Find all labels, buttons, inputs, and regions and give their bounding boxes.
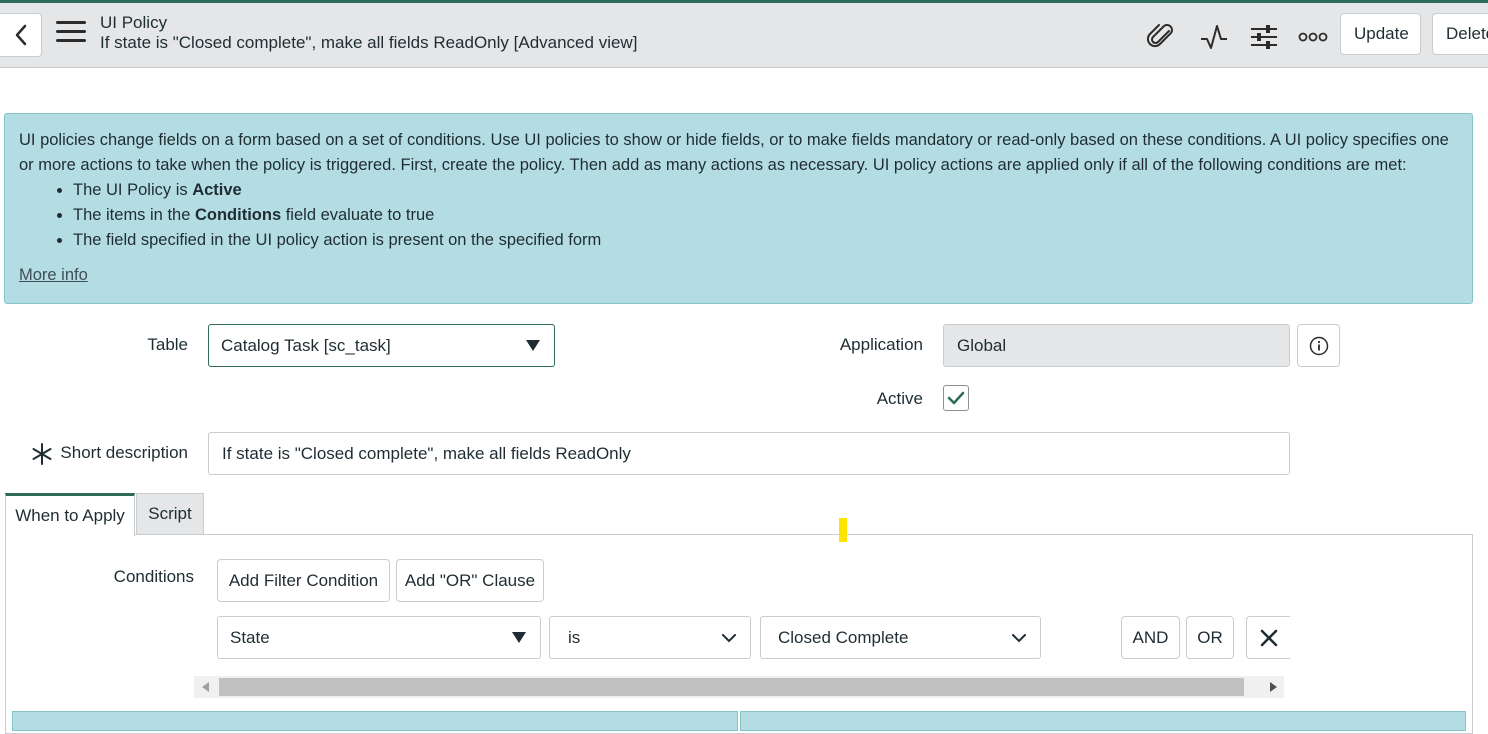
tab-script[interactable]: Script bbox=[136, 493, 204, 535]
scroll-left-icon[interactable] bbox=[194, 676, 216, 698]
conditions-label: Conditions bbox=[113, 567, 194, 586]
short-description-input[interactable]: If state is "Closed complete", make all … bbox=[208, 432, 1290, 475]
horizontal-scrollbar[interactable] bbox=[194, 676, 1284, 698]
delete-button[interactable]: Delete bbox=[1432, 13, 1488, 55]
short-description-label: Short description bbox=[60, 443, 188, 462]
record-type: UI Policy bbox=[100, 13, 168, 32]
active-label: Active bbox=[876, 389, 923, 408]
chevron-left-icon bbox=[15, 24, 26, 46]
close-icon bbox=[1260, 629, 1277, 646]
settings-sliders-icon[interactable] bbox=[1248, 21, 1280, 53]
active-checkbox[interactable] bbox=[943, 385, 969, 411]
more-info-link[interactable]: More info bbox=[19, 263, 88, 288]
back-button[interactable] bbox=[0, 13, 42, 57]
bottom-panel-right bbox=[740, 711, 1466, 731]
delete-condition-button[interactable] bbox=[1246, 616, 1290, 659]
update-button[interactable]: Update bbox=[1340, 13, 1421, 55]
condition-operator-value: is bbox=[568, 627, 581, 647]
condition-value-select[interactable]: Closed Complete bbox=[760, 616, 1041, 659]
condition-field-select[interactable]: State bbox=[217, 616, 541, 659]
context-menu-button[interactable] bbox=[56, 21, 86, 47]
application-field: Global bbox=[943, 324, 1290, 367]
info-icon bbox=[1309, 336, 1328, 355]
info-bullet-conditions: The items in the Conditions field evalua… bbox=[73, 203, 1458, 228]
chevron-down-icon bbox=[722, 628, 736, 648]
add-or-clause-button[interactable]: Add "OR" Clause bbox=[396, 559, 544, 602]
application-info-button[interactable] bbox=[1297, 324, 1340, 367]
info-bullet-active: The UI Policy is Active bbox=[73, 178, 1458, 203]
and-button[interactable]: AND bbox=[1121, 616, 1180, 659]
table-select[interactable]: Catalog Task [sc_task] bbox=[208, 324, 555, 367]
bottom-panel-left bbox=[12, 711, 738, 731]
add-filter-condition-button[interactable]: Add Filter Condition bbox=[217, 559, 390, 602]
info-paragraph: UI policies change fields on a form base… bbox=[19, 131, 1449, 174]
paperclip-icon[interactable] bbox=[1146, 21, 1178, 53]
chevron-down-icon bbox=[1012, 628, 1026, 648]
application-label: Application bbox=[839, 335, 923, 354]
checkmark-icon bbox=[947, 391, 965, 405]
activity-icon[interactable] bbox=[1198, 21, 1230, 53]
more-options-icon[interactable] bbox=[1297, 21, 1329, 53]
condition-value-text: Closed Complete bbox=[778, 627, 909, 647]
caret-down-icon bbox=[512, 628, 526, 648]
caret-down-icon bbox=[526, 336, 540, 356]
scroll-right-icon[interactable] bbox=[1262, 676, 1284, 698]
mandatory-icon bbox=[31, 443, 53, 470]
or-button[interactable]: OR bbox=[1186, 616, 1234, 659]
table-label: Table bbox=[147, 335, 188, 354]
scrollbar-thumb[interactable] bbox=[219, 678, 1244, 696]
highlight-marker bbox=[839, 518, 847, 542]
form-header: UI Policy If state is "Closed complete",… bbox=[0, 3, 1488, 68]
info-bullet-field: The field specified in the UI policy act… bbox=[73, 228, 1458, 253]
condition-operator-select[interactable]: is bbox=[549, 616, 751, 659]
info-bullets: The UI Policy is Active The items in the… bbox=[19, 178, 1458, 253]
tab-when-to-apply[interactable]: When to Apply bbox=[5, 493, 135, 536]
table-select-value: Catalog Task [sc_task] bbox=[221, 335, 391, 355]
info-message: UI policies change fields on a form base… bbox=[4, 113, 1473, 304]
record-title: If state is "Closed complete", make all … bbox=[100, 33, 638, 52]
condition-field-value: State bbox=[230, 627, 270, 647]
